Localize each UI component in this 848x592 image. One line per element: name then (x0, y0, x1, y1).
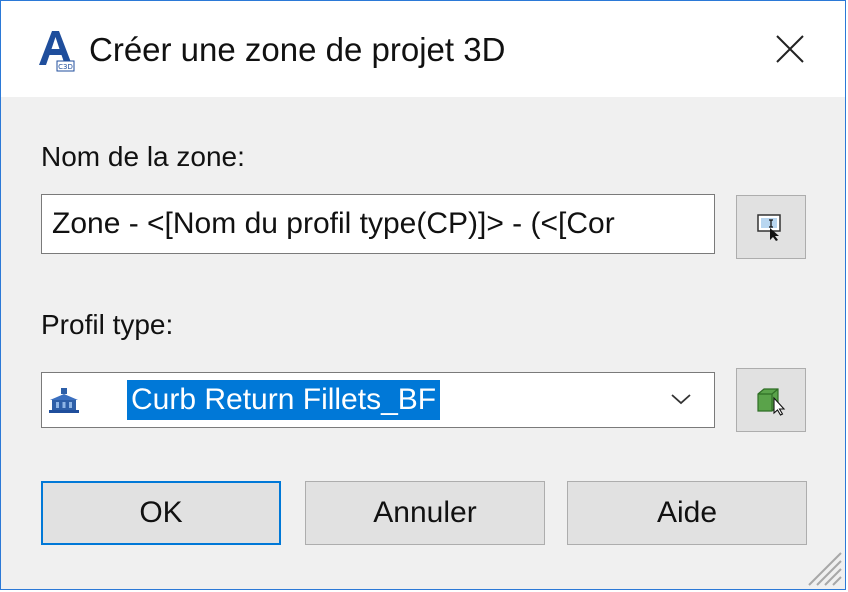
zone-name-input[interactable]: Zone - <[Nom du profil type(CP)]> - (<[C… (41, 194, 715, 254)
chevron-down-icon[interactable] (670, 391, 692, 407)
cancel-button[interactable]: Annuler (305, 481, 545, 545)
help-button[interactable]: Aide (567, 481, 807, 545)
dialog-window: C3D Créer une zone de projet 3D Nom de l… (0, 0, 846, 590)
assembly-selected-value: Curb Return Fillets_BF (127, 380, 441, 420)
title-bar[interactable]: C3D Créer une zone de projet 3D (1, 1, 845, 97)
pick-assembly-icon (757, 388, 786, 416)
close-icon (776, 35, 804, 63)
assembly-icon (49, 388, 79, 413)
autocad-civil3d-icon: C3D (39, 31, 75, 72)
svg-text:C3D: C3D (58, 63, 73, 71)
ok-button[interactable]: OK (41, 481, 281, 545)
name-template-button[interactable] (736, 195, 806, 259)
name-template-icon (757, 214, 781, 241)
close-button[interactable] (735, 1, 845, 97)
window-title: Créer une zone de projet 3D (89, 31, 506, 68)
pick-assembly-button[interactable] (736, 368, 806, 432)
resize-grip-icon[interactable] (799, 543, 843, 587)
assembly-label: Profil type: (41, 309, 174, 340)
zone-name-label: Nom de la zone: (41, 141, 245, 172)
assembly-dropdown[interactable]: Curb Return Fillets_BF (41, 372, 715, 428)
